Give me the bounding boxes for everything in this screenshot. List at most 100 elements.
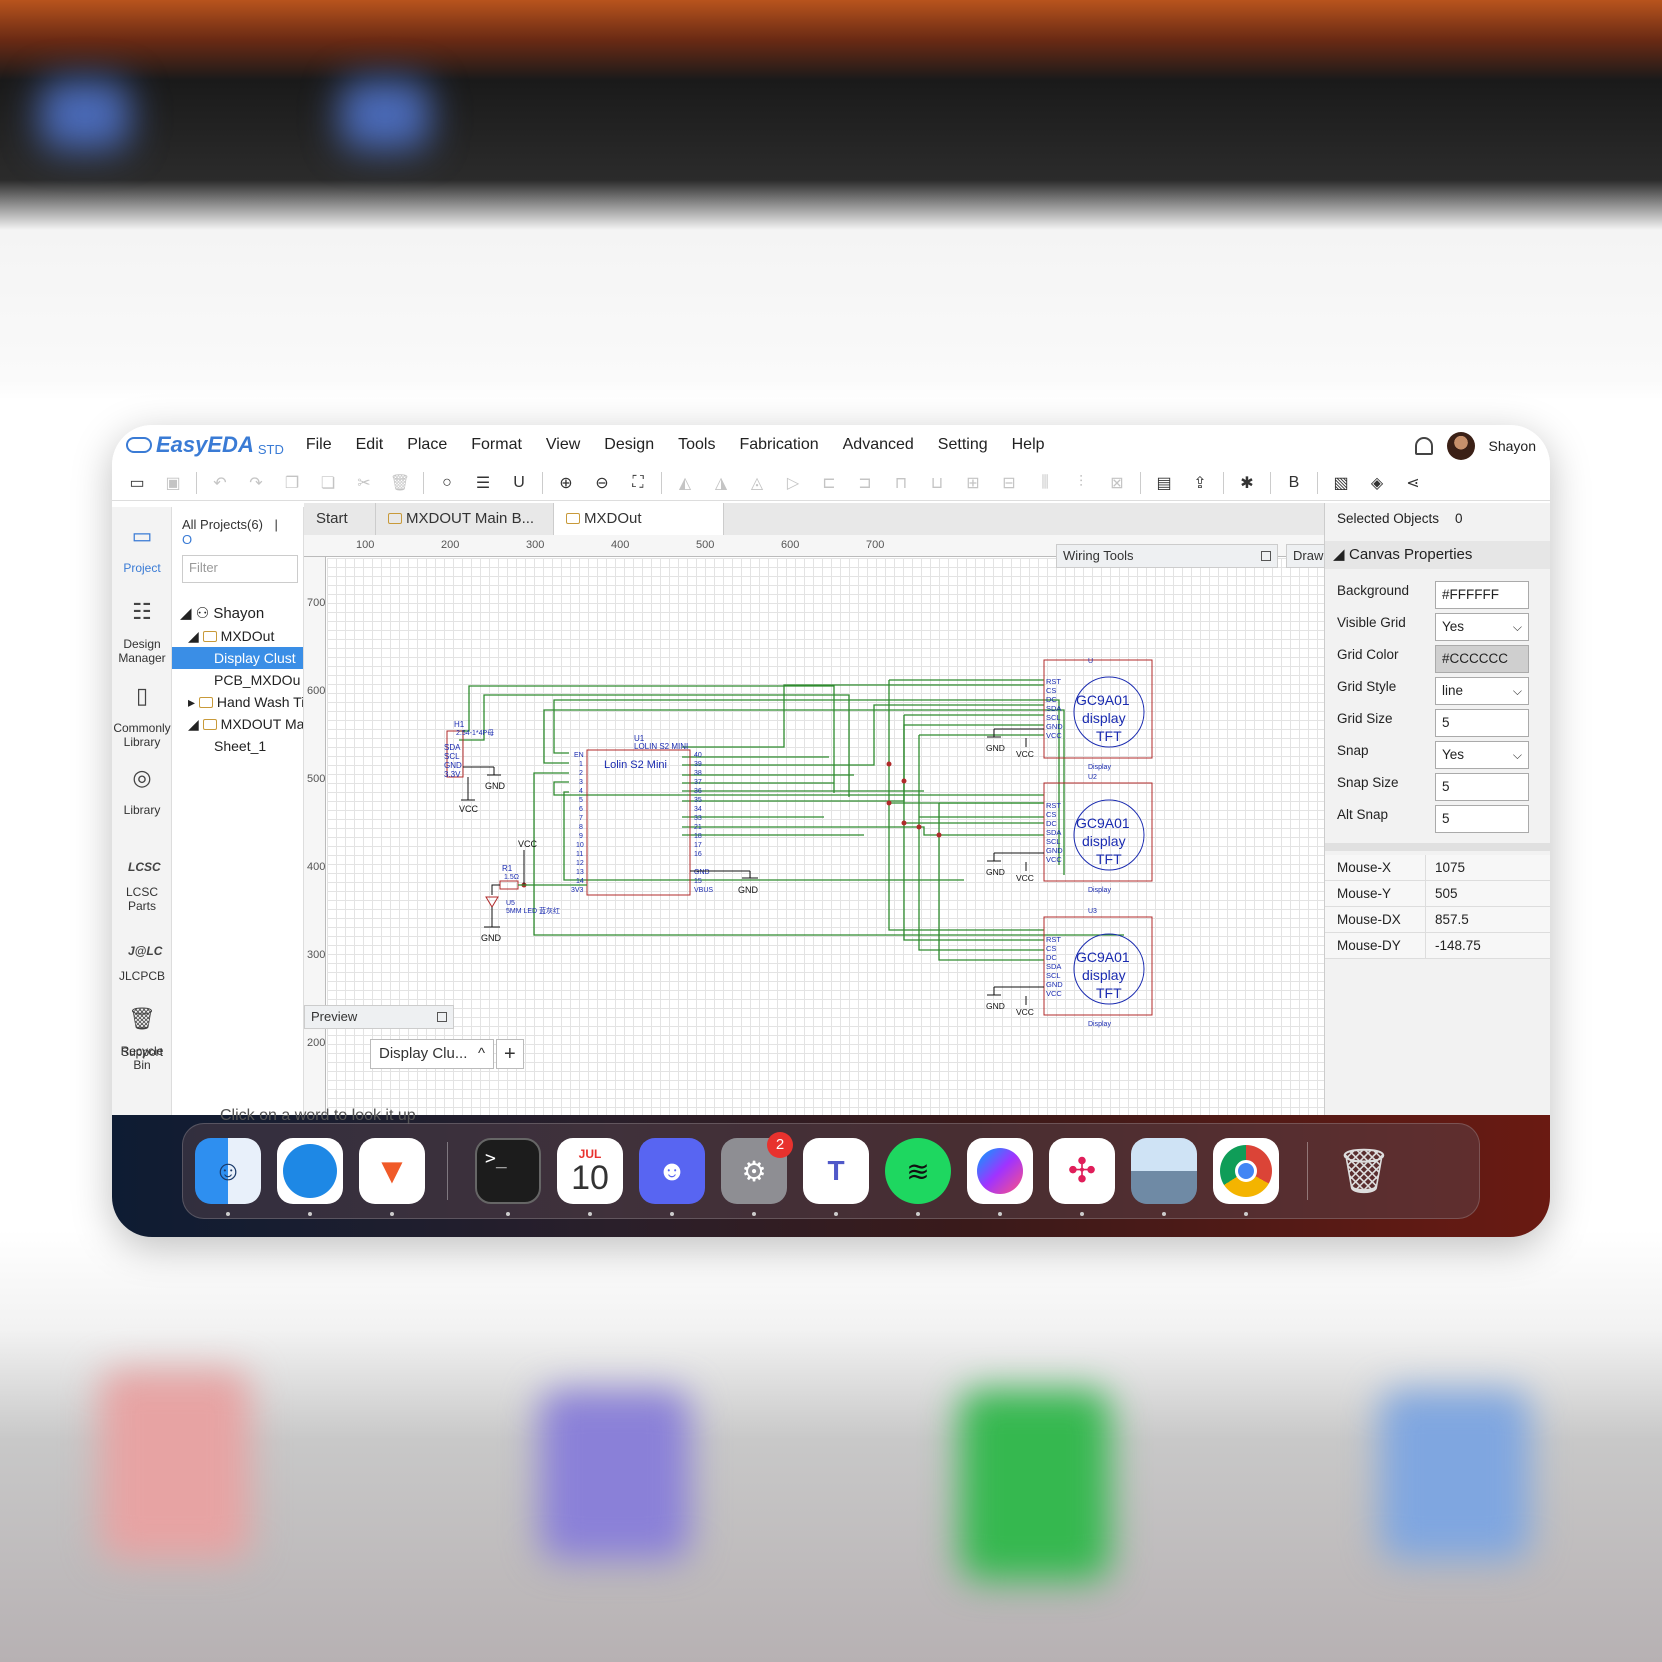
- rail-design-manager[interactable]: ☷ Design Manager: [112, 601, 172, 666]
- align-center-v-icon[interactable]: ⊟: [996, 470, 1022, 496]
- copy-icon[interactable]: ❐: [279, 470, 305, 496]
- save-icon[interactable]: ▣: [160, 470, 186, 496]
- annotate-icon[interactable]: U: [506, 470, 532, 496]
- bell-icon[interactable]: [1414, 437, 1433, 455]
- align-center-h-icon[interactable]: ⊞: [960, 470, 986, 496]
- zoom-in-icon[interactable]: ⊕: [553, 470, 579, 496]
- background-input[interactable]: #FFFFFF: [1435, 581, 1529, 609]
- menu-help[interactable]: Help: [1000, 436, 1057, 454]
- snap-select[interactable]: Yes ⌵: [1435, 741, 1529, 769]
- flip-v-icon[interactable]: ▷: [780, 470, 806, 496]
- rail-lcsc-parts[interactable]: LCSC LCSC Parts: [112, 853, 172, 913]
- align-right-icon[interactable]: ⊐: [852, 470, 878, 496]
- undo-icon[interactable]: ↶: [207, 470, 233, 496]
- terminal-icon[interactable]: >_: [475, 1138, 541, 1204]
- finder-icon[interactable]: ☺: [195, 1138, 261, 1204]
- menu-edit[interactable]: Edit: [344, 436, 396, 454]
- maximize-icon[interactable]: [1261, 551, 1271, 561]
- design-check-icon[interactable]: ✱: [1234, 470, 1260, 496]
- all-projects-link[interactable]: All Projects(6): [182, 517, 263, 532]
- rail-recycle-bin[interactable]: 🗑 Recycle Bin: [112, 1008, 172, 1073]
- distribute-h-icon[interactable]: ⫼: [1032, 470, 1058, 496]
- search-icon[interactable]: ○: [434, 470, 460, 496]
- visible-grid-select[interactable]: Yes ⌵: [1435, 613, 1529, 641]
- menu-format[interactable]: Format: [459, 436, 534, 454]
- menu-tools[interactable]: Tools: [666, 436, 727, 454]
- cut-icon[interactable]: ✂: [351, 470, 377, 496]
- rotate-left-icon[interactable]: ◭: [672, 470, 698, 496]
- paste-icon[interactable]: ❏: [315, 470, 341, 496]
- tree-project-hand-wash[interactable]: ▸ Hand Wash Tir: [188, 691, 303, 713]
- distribute-v-icon[interactable]: ⫶: [1068, 470, 1094, 496]
- zoom-out-icon[interactable]: ⊖: [589, 470, 615, 496]
- menu-view[interactable]: View: [534, 436, 592, 454]
- share-icon[interactable]: ⋖: [1400, 470, 1426, 496]
- messenger-icon[interactable]: [967, 1138, 1033, 1204]
- menu-fabrication[interactable]: Fabrication: [727, 436, 830, 454]
- bom-icon[interactable]: ▤: [1151, 470, 1177, 496]
- tab-start[interactable]: Start: [304, 503, 376, 535]
- block-icon[interactable]: B: [1281, 470, 1307, 496]
- tab-mxdout[interactable]: MXDOut: [554, 503, 724, 535]
- other-projects-link[interactable]: O: [182, 532, 192, 547]
- snap-size-input[interactable]: 5: [1435, 773, 1529, 801]
- align-top-icon[interactable]: ⊓: [888, 470, 914, 496]
- schematic-canvas[interactable]: 100 200 300 400 500 600 700 700 600 500 …: [304, 535, 1354, 1115]
- menu-file[interactable]: File: [294, 436, 344, 454]
- alt-snap-input[interactable]: 5: [1435, 805, 1529, 833]
- rail-support[interactable]: Support: [112, 1045, 172, 1059]
- sheet-tab-display-cluster[interactable]: Display Clu... ^: [370, 1039, 494, 1069]
- rail-commonly-library[interactable]: ▯ Commonly Library: [112, 685, 172, 750]
- grid-color-input[interactable]: #CCCCCC: [1435, 645, 1529, 673]
- add-sheet-button[interactable]: +: [496, 1039, 524, 1069]
- align-left-icon[interactable]: ⊏: [816, 470, 842, 496]
- menu-advanced[interactable]: Advanced: [831, 436, 926, 454]
- preview-icon[interactable]: [1131, 1138, 1197, 1204]
- export-image-icon[interactable]: ▧: [1328, 470, 1354, 496]
- preview-panel[interactable]: Preview: [304, 1005, 454, 1029]
- redo-icon[interactable]: ↷: [243, 470, 269, 496]
- tree-project-mxdout[interactable]: ◢ MXDOut: [188, 625, 274, 647]
- user-name[interactable]: Shayon: [1489, 438, 1536, 454]
- tree-sheet-1[interactable]: Sheet_1: [214, 735, 266, 757]
- rotate-right-icon[interactable]: ◮: [708, 470, 734, 496]
- menu-design[interactable]: Design: [592, 436, 666, 454]
- fit-view-icon[interactable]: ⛶: [625, 470, 651, 496]
- rail-jlcpcb[interactable]: J@LC JLCPCB: [112, 937, 172, 983]
- system-settings-icon[interactable]: ⚙ 2: [721, 1132, 793, 1204]
- tree-pcb-mxdout[interactable]: PCB_MXDOu: [214, 669, 300, 691]
- align-bottom-icon[interactable]: ⊔: [924, 470, 950, 496]
- tree-project-mxdout-main[interactable]: ◢ MXDOUT Mair: [188, 713, 303, 735]
- calendar-icon[interactable]: JUL 10: [557, 1138, 623, 1204]
- rail-library[interactable]: ◎ Library: [112, 767, 172, 818]
- grid-size-input[interactable]: 5: [1435, 709, 1529, 737]
- rail-project[interactable]: ▭ Project: [112, 525, 172, 576]
- wiring-tools-panel[interactable]: Wiring Tools: [1056, 544, 1278, 568]
- safari-icon[interactable]: [277, 1138, 343, 1204]
- find-list-icon[interactable]: ☰: [470, 470, 496, 496]
- chrome-icon[interactable]: [1213, 1138, 1279, 1204]
- brave-icon[interactable]: ▼: [359, 1138, 425, 1204]
- open-folder-icon[interactable]: ▭: [124, 470, 150, 496]
- delete-icon[interactable]: 🗑: [387, 470, 413, 496]
- canvas-properties-header[interactable]: ◢ Canvas Properties: [1325, 541, 1550, 569]
- avatar[interactable]: [1446, 432, 1475, 460]
- tree-owner[interactable]: ◢ ⚇ Shayon: [180, 603, 264, 625]
- align-grid-icon[interactable]: ⊠: [1104, 470, 1130, 496]
- menu-place[interactable]: Place: [395, 436, 459, 454]
- trash-icon[interactable]: 🗑: [1331, 1138, 1397, 1204]
- layers-icon[interactable]: ◈: [1364, 470, 1390, 496]
- tree-sheet-display-cluster[interactable]: Display Clust: [172, 647, 303, 669]
- filter-input[interactable]: Filter: [182, 555, 298, 583]
- svg-text:GC9A01: GC9A01: [1076, 815, 1130, 831]
- slack-icon[interactable]: ✣: [1049, 1138, 1115, 1204]
- flip-h-icon[interactable]: ◬: [744, 470, 770, 496]
- grid-style-select[interactable]: line ⌵: [1435, 677, 1529, 705]
- spotify-icon[interactable]: ≋: [885, 1138, 951, 1204]
- convert-pcb-icon[interactable]: ⇪: [1187, 470, 1213, 496]
- menu-setting[interactable]: Setting: [926, 436, 1000, 454]
- tab-mxdout-main[interactable]: MXDOUT Main B...: [376, 503, 554, 535]
- teams-icon[interactable]: T: [803, 1138, 869, 1204]
- discord-icon[interactable]: ☻: [639, 1138, 705, 1204]
- maximize-icon[interactable]: [437, 1012, 447, 1022]
